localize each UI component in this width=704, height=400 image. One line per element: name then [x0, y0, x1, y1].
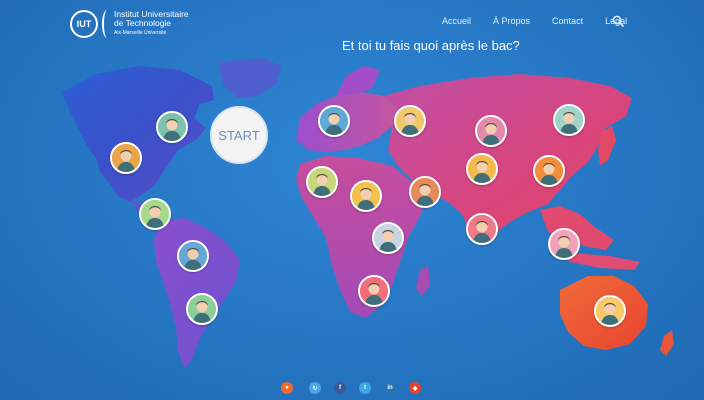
worker-hardhat-avatar-icon[interactable]	[110, 142, 142, 174]
share-icon[interactable]: ↻	[309, 382, 321, 394]
logo-bracket	[102, 10, 112, 38]
astronaut-avatar-icon[interactable]	[594, 295, 626, 327]
social-bar: ● ↻ f t in ◆	[0, 382, 704, 396]
new-zealand-shape	[660, 330, 674, 356]
logo-badge: IUT	[70, 10, 98, 38]
scandinavia-shape	[336, 66, 380, 96]
logo-line-3: Aix-Marseille Université	[114, 30, 167, 36]
page: IUT Institut Universitaire de Technologi…	[0, 0, 704, 400]
greenland-shape	[218, 58, 282, 98]
chef-avatar-icon[interactable]	[306, 166, 338, 198]
nurse-avatar-icon[interactable]	[372, 222, 404, 254]
bald-man-avatar-icon[interactable]	[394, 105, 426, 137]
surgeon-avatar-icon[interactable]	[553, 104, 585, 136]
nav-contact[interactable]: Contact	[552, 16, 583, 26]
logo-line-2: de Technologie	[114, 18, 172, 28]
north-america-shape	[62, 66, 214, 202]
iut-logo[interactable]: IUT Institut Universitaire de Technologi…	[70, 10, 189, 38]
scientist-avatar-icon[interactable]	[156, 111, 188, 143]
soldier-avatar-icon[interactable]	[466, 213, 498, 245]
nav-a-propos[interactable]: À Propos	[493, 16, 530, 26]
nav-accueil[interactable]: Accueil	[442, 16, 471, 26]
search-icon[interactable]	[612, 15, 624, 27]
facebook-icon[interactable]: f	[334, 382, 346, 394]
pilot-avatar-icon[interactable]	[409, 176, 441, 208]
doctor-avatar-icon[interactable]	[475, 115, 507, 147]
police-avatar-icon[interactable]	[358, 275, 390, 307]
start-button[interactable]: START	[210, 106, 268, 164]
headline-text: Et toi tu fais quoi après le bac?	[342, 38, 520, 53]
twitter-icon[interactable]: t	[359, 382, 371, 394]
logo-text: Institut Universitaire de Technologie Ai…	[114, 10, 189, 38]
asia-shape	[384, 74, 632, 246]
businesswoman-avatar-icon[interactable]	[548, 228, 580, 260]
madagascar-shape	[416, 266, 430, 296]
blog-icon[interactable]: ●	[281, 382, 293, 394]
hazmat-avatar-icon[interactable]	[466, 153, 498, 185]
welder-avatar-icon[interactable]	[177, 240, 209, 272]
firefighter-avatar-icon[interactable]	[533, 155, 565, 187]
linkedin-icon[interactable]: in	[384, 382, 396, 394]
extra-icon[interactable]: ◆	[409, 382, 421, 394]
construction-worker-avatar-icon[interactable]	[350, 180, 382, 212]
engineer-avatar-icon[interactable]	[139, 198, 171, 230]
agent-avatar-icon[interactable]	[186, 293, 218, 325]
aviator-avatar-icon[interactable]	[318, 105, 350, 137]
